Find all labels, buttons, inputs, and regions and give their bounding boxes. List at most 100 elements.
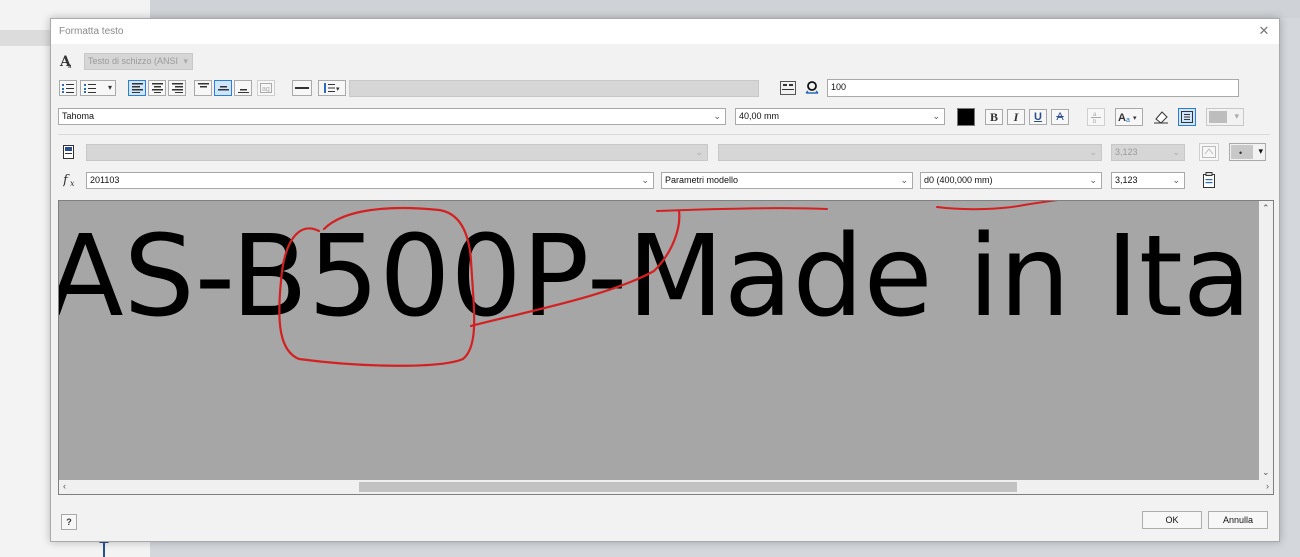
- italic-button[interactable]: I: [1007, 109, 1025, 125]
- dialog-titlebar: Formatta testo ✕: [51, 19, 1279, 44]
- ok-button[interactable]: OK: [1142, 511, 1202, 529]
- insert-symbol-button[interactable]: [1199, 143, 1219, 161]
- line-icon: [295, 87, 309, 89]
- svg-text:f: f: [63, 173, 70, 188]
- insert-parameter-button[interactable]: [1199, 171, 1219, 189]
- vertical-scrollbar[interactable]: ⌃ ⌄: [1259, 201, 1273, 480]
- align-right-icon: [171, 83, 183, 93]
- dot-icon: •: [1239, 148, 1243, 158]
- symbol-size-select[interactable]: 3,123 ⌄: [1111, 144, 1185, 161]
- help-icon: ?: [66, 517, 72, 527]
- valign-bottom-button[interactable]: [234, 80, 252, 96]
- svg-text:b: b: [1093, 119, 1097, 124]
- toolbar-separator: [58, 134, 1270, 135]
- chevron-down-icon: ⌄: [932, 111, 940, 121]
- svg-text:ag: ag: [262, 86, 270, 93]
- annotation-circle: [278, 206, 476, 367]
- parameter-select[interactable]: 201103 ⌄: [86, 172, 654, 189]
- align-center-icon: [151, 83, 163, 93]
- background-color-swatch: [1209, 111, 1227, 123]
- bullet-list-button[interactable]: [59, 80, 77, 96]
- font-value: Tahoma: [62, 111, 95, 121]
- svg-text:a: a: [68, 64, 72, 69]
- parameter-value: 201103: [90, 175, 120, 185]
- text-color-swatch[interactable]: [957, 108, 975, 126]
- chevron-down-icon: ▾: [107, 83, 112, 92]
- text-preview-area[interactable]: AS-B500P-Made in Italy ⌃ ⌄ ‹ ›: [58, 200, 1274, 495]
- svg-text:A: A: [1118, 112, 1126, 123]
- text-style-select[interactable]: Testo di schizzo (ANSI ▾: [84, 53, 193, 70]
- chevron-up-icon[interactable]: ⌃: [1262, 203, 1270, 214]
- align-left-button[interactable]: [128, 80, 146, 96]
- align-left-icon: [131, 83, 143, 93]
- chevron-down-icon: ⌄: [900, 175, 908, 185]
- parameter-name-select[interactable]: d0 (400,000 mm) ⌄: [920, 172, 1102, 189]
- valign-top-button[interactable]: [194, 80, 212, 96]
- align-right-button[interactable]: [168, 80, 186, 96]
- horizontal-scrollbar[interactable]: ‹ ›: [59, 480, 1273, 494]
- eraser-icon: [1154, 111, 1168, 124]
- text-style-icon: Aa: [59, 53, 75, 70]
- chevron-right-icon[interactable]: ›: [1266, 481, 1269, 491]
- symbol-select[interactable]: ⌄: [86, 144, 708, 161]
- fraction-button[interactable]: ab: [1087, 108, 1105, 126]
- valign-middle-button[interactable]: [214, 80, 232, 96]
- bold-button[interactable]: B: [985, 109, 1003, 125]
- fit-text-button[interactable]: ag: [257, 80, 275, 96]
- strikethrough-button[interactable]: A: [1051, 109, 1069, 125]
- parameter-source-value: Parametri modello: [665, 175, 739, 185]
- background-top-bar: [150, 0, 1300, 18]
- font-select[interactable]: Tahoma ⌄: [58, 108, 726, 125]
- text-frame-button[interactable]: [1178, 108, 1196, 126]
- cancel-button[interactable]: Annulla: [1208, 511, 1268, 529]
- text-frame-icon: [1181, 111, 1193, 123]
- valign-bottom-icon: [237, 89, 249, 93]
- parameter-source-select[interactable]: Parametri modello ⌄: [661, 172, 913, 189]
- chevron-down-icon: ⌄: [1089, 175, 1097, 185]
- fit-text-icon: ag: [260, 83, 272, 93]
- line-spacing-value[interactable]: [349, 80, 759, 97]
- stack-icon: [780, 81, 796, 95]
- fraction-icon: ab: [1091, 112, 1101, 124]
- line-spacing-icon: ▾: [324, 83, 340, 93]
- chevron-down-icon: ⌄: [713, 111, 721, 121]
- close-icon[interactable]: ✕: [1255, 22, 1273, 40]
- svg-text:▾: ▾: [1133, 115, 1137, 122]
- rotation-input[interactable]: 100: [827, 79, 1239, 97]
- valign-middle-icon: [217, 86, 229, 91]
- text-style-value: Testo di schizzo (ANSI: [88, 56, 179, 66]
- dialog-title: Formatta testo: [59, 26, 124, 37]
- chevron-left-icon[interactable]: ‹: [63, 481, 66, 491]
- axis-arrow-line: [103, 540, 105, 557]
- chevron-down-icon[interactable]: ⌄: [1262, 467, 1270, 478]
- precision-select[interactable]: 3,123 ⌄: [1111, 172, 1185, 189]
- svg-text:x: x: [70, 179, 75, 188]
- stack-button[interactable]: [778, 80, 798, 96]
- case-button[interactable]: Aa ▾: [1115, 108, 1143, 126]
- rotation-icon: [804, 80, 820, 96]
- chevron-down-icon: ▾: [1234, 111, 1239, 121]
- background-color-select[interactable]: ▾: [1206, 108, 1244, 126]
- horizontal-scroll-thumb[interactable]: [359, 482, 1017, 492]
- format-text-dialog: Formatta testo ✕ Aa Testo di schizzo (AN…: [50, 18, 1280, 542]
- font-size-select[interactable]: 40,00 mm ⌄: [735, 108, 945, 125]
- align-center-button[interactable]: [148, 80, 166, 96]
- symbol-picker[interactable]: • ▾: [1229, 143, 1266, 161]
- chevron-down-icon: ⌄: [641, 175, 649, 185]
- parameter-name-value: d0 (400,000 mm): [924, 175, 993, 185]
- svg-text:a: a: [1126, 117, 1130, 123]
- annotation-underline-1: [656, 207, 828, 212]
- line-button[interactable]: [292, 80, 312, 96]
- line-spacing-button[interactable]: ▾: [318, 80, 346, 96]
- symbol-category-select[interactable]: ⌄: [718, 144, 1102, 161]
- help-button[interactable]: ?: [61, 514, 77, 530]
- red-annotation-marks: [278, 201, 1058, 367]
- chevron-down-icon: ⌄: [1089, 147, 1097, 157]
- numbered-list-button[interactable]: ▾: [80, 80, 116, 96]
- numbered-list-icon: [84, 84, 96, 93]
- font-size-value: 40,00 mm: [739, 111, 780, 121]
- chevron-down-icon: ⌄: [1172, 175, 1180, 185]
- underline-button[interactable]: U: [1029, 109, 1047, 125]
- clear-format-button[interactable]: [1152, 108, 1170, 126]
- precision-value: 3,123: [1115, 175, 1138, 185]
